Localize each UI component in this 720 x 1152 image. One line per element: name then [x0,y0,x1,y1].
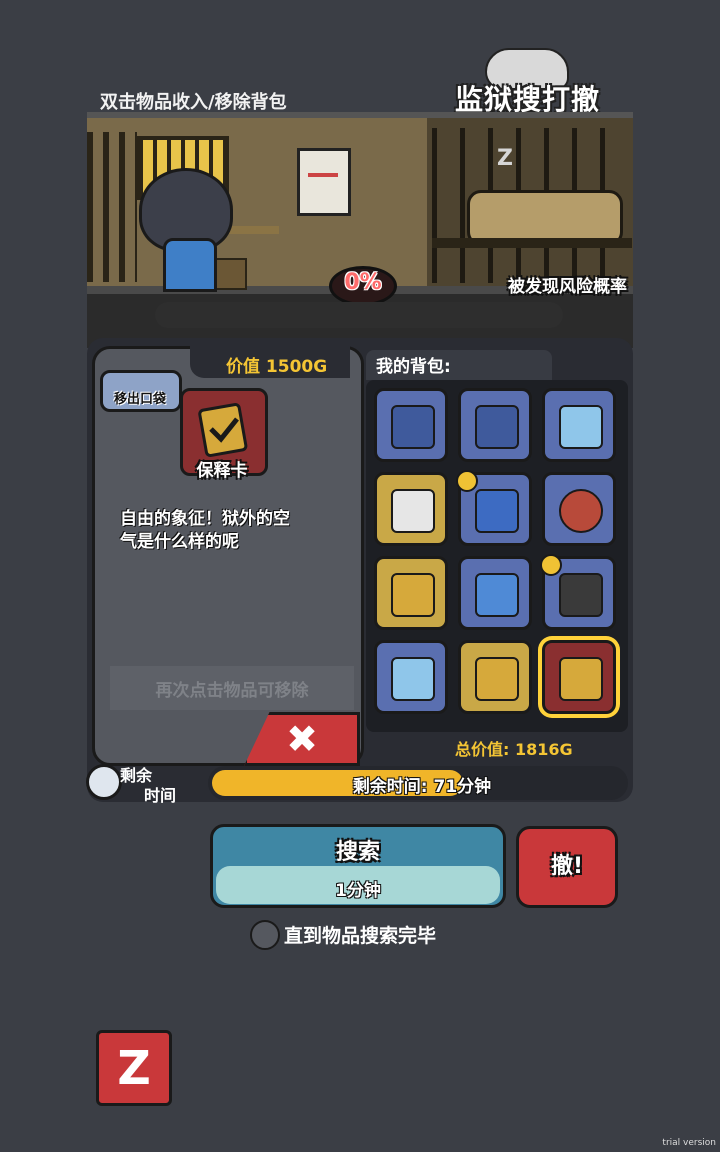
trial-watermark: trial version [662,1138,716,1148]
bag-slot-ticket[interactable] [458,556,532,630]
bag-slot-food-bag[interactable] [374,388,448,462]
bail-card-icon [559,657,603,701]
food-bag-icon [391,405,435,449]
food-bag-icon [475,405,519,449]
meat-pie-icon [559,489,603,533]
game-logo: 监狱搜打撤 [455,48,625,118]
prison-scene: Z 0% 被发现风险概率 [87,112,633,348]
bag-slot-meat-pie[interactable] [542,472,616,546]
bag-title: 我的背包: [376,357,451,377]
double-click-hint: 双击物品收入/移除背包 [100,92,287,113]
coin-icon [540,554,562,576]
remove-hint: 再次点击物品可移除 [155,681,309,701]
risk-percent: 0% [344,270,382,295]
glasses-card-icon [559,405,603,449]
time-remaining-text: 剩余时间: 71分钟 [352,777,492,797]
bag-slot-infinity-card[interactable] [458,640,532,714]
item-value: 价值 1500G [226,357,328,377]
search-duration: 1分钟 [335,881,381,901]
bag-slot-infinity-card[interactable] [374,556,448,630]
sleep-icon: Z [497,146,513,171]
bag-grid [366,380,628,732]
cell-bars [87,132,137,282]
glasses-card-icon [391,657,435,701]
risk-label: 被发现风险概率 [508,277,627,297]
infinity-card-icon [391,573,435,617]
portrait-pack-icon [391,489,435,533]
risk-bar [155,302,563,328]
escape-button[interactable]: 撤! [516,826,618,908]
bag-slot-bail-card-selected[interactable] [542,640,616,714]
item-name: 保释卡 [196,461,248,481]
infinity-card-icon [475,657,519,701]
bunk-lower-frame [432,238,632,248]
coin-icon [456,470,478,492]
description-line: 自由的象征！狱外的空 [120,509,290,529]
close-icon: ✖ [286,717,318,761]
bag-slot-portrait-pack[interactable] [374,472,448,546]
z-button[interactable]: Z [96,1030,172,1106]
timer-label: 时间 [144,786,177,805]
lightning-card-icon [475,489,519,533]
item-description: 自由的象征！狱外的空 气是什么样的呢 [120,508,340,554]
search-until-done-radio[interactable] [250,920,280,950]
bag-slot-food-bag[interactable] [458,388,532,462]
move-out-pocket-label: 移出口袋 [113,392,166,407]
usb-drive-icon [559,573,603,617]
calendar-icon [297,148,351,216]
description-line: 气是什么样的呢 [120,532,239,552]
character-body [163,238,217,292]
search-until-done-label[interactable]: 直到物品搜索完毕 [284,921,436,948]
bag-slot-glasses-card[interactable] [542,388,616,462]
search-label: 搜索 [335,840,380,865]
bag-slot-glasses-card[interactable] [374,640,448,714]
ticket-icon [475,573,519,617]
total-value: 总价值: 1816G [455,740,573,759]
stopwatch-icon [86,764,122,800]
player-character [139,168,233,292]
